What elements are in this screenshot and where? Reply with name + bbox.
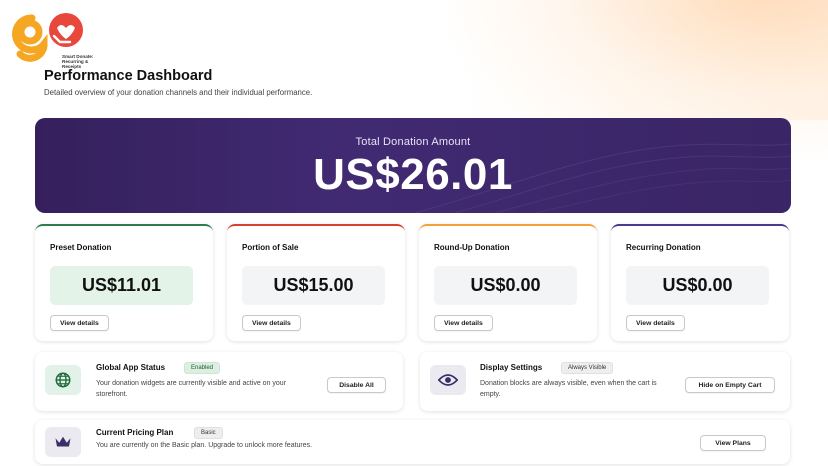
panel-title: Global App Status: [96, 363, 166, 372]
card-title: Recurring Donation: [626, 243, 701, 252]
panel-description: You are currently on the Basic plan. Upg…: [96, 442, 313, 449]
status-badge: Enabled: [184, 362, 221, 374]
panel-description: Donation blocks are always visible, even…: [480, 380, 657, 398]
plan-badge: Basic: [194, 427, 223, 439]
status-badge: Always Visible: [561, 362, 614, 374]
globe-icon: [55, 372, 71, 388]
app-logo: Smart Donate: Recurring & Receipts: [10, 10, 100, 69]
total-donation-value: US$26.01: [313, 150, 513, 199]
card-title: Round-Up Donation: [434, 243, 510, 252]
panel-title: Current Pricing Plan: [96, 428, 174, 437]
eye-icon-box: [430, 365, 466, 395]
panel-description: Your donation widgets are currently visi…: [96, 380, 287, 398]
view-details-button[interactable]: View details: [242, 315, 301, 331]
page-subtitle: Detailed overview of your donation chann…: [44, 88, 313, 97]
total-donation-banner: Total Donation Amount US$26.01: [35, 118, 791, 213]
card-value: US$0.00: [626, 266, 769, 305]
card-portion-of-sale: Portion of Sale US$15.00 View details: [227, 224, 405, 341]
crown-icon: [55, 436, 71, 447]
background-gradient: [0, 0, 828, 120]
total-donation-label: Total Donation Amount: [355, 136, 471, 148]
eye-icon: [438, 374, 458, 386]
view-plans-button[interactable]: View Plans: [700, 435, 766, 451]
card-preset-donation: Preset Donation US$11.01 View details: [35, 224, 213, 341]
globe-icon-box: [45, 365, 81, 395]
view-details-button[interactable]: View details: [434, 315, 493, 331]
pricing-plan-panel: Current Pricing Plan Basic You are curre…: [35, 420, 790, 464]
card-title: Preset Donation: [50, 243, 112, 252]
crown-icon-box: [45, 427, 81, 457]
card-round-up-donation: Round-Up Donation US$0.00 View details: [419, 224, 597, 341]
card-recurring-donation: Recurring Donation US$0.00 View details: [611, 224, 789, 341]
page-title: Performance Dashboard: [44, 68, 213, 84]
global-app-status-panel: Global App Status Enabled Your donation …: [35, 352, 403, 411]
panel-title: Display Settings: [480, 363, 543, 372]
card-value: US$0.00: [434, 266, 577, 305]
card-value: US$11.01: [50, 266, 193, 305]
view-details-button[interactable]: View details: [626, 315, 685, 331]
view-details-button[interactable]: View details: [50, 315, 109, 331]
hide-on-empty-cart-button[interactable]: Hide on Empty Cart: [685, 377, 775, 393]
disable-all-button[interactable]: Disable All: [327, 377, 386, 393]
card-title: Portion of Sale: [242, 243, 299, 252]
display-settings-panel: Display Settings Always Visible Donation…: [420, 352, 790, 411]
card-value: US$15.00: [242, 266, 385, 305]
